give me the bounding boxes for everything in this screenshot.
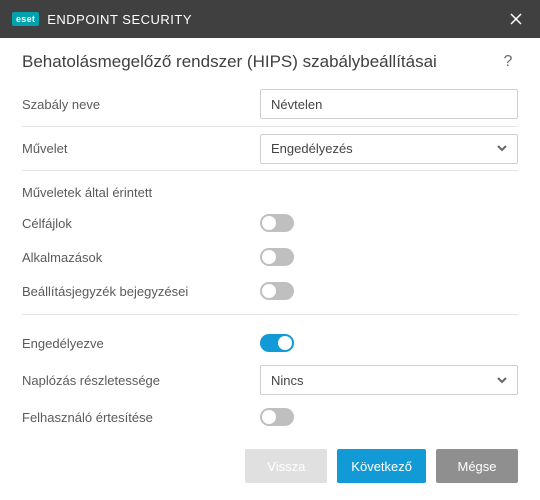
row-enabled: Engedélyezve — [22, 326, 518, 360]
enabled-toggle[interactable] — [260, 334, 294, 352]
chevron-down-icon — [497, 141, 507, 156]
logging-select-value: Nincs — [271, 373, 304, 388]
rule-name-input[interactable] — [260, 89, 518, 119]
target-files-toggle[interactable] — [260, 214, 294, 232]
logging-label: Naplózás részletessége — [22, 373, 260, 388]
target-files-label: Célfájlok — [22, 216, 260, 231]
operations-section-label: Műveletek által érintett — [22, 170, 518, 206]
row-registry: Beállításjegyzék bejegyzései — [22, 274, 518, 308]
dialog-footer: Vissza Következő Mégse — [0, 432, 540, 500]
chevron-down-icon — [497, 373, 507, 388]
logging-select[interactable]: Nincs — [260, 365, 518, 395]
action-select-value: Engedélyezés — [271, 141, 353, 156]
registry-toggle[interactable] — [260, 282, 294, 300]
dialog-header: Behatolásmegelőző rendszer (HIPS) szabál… — [0, 38, 540, 82]
brand-text: ENDPOINT SECURITY — [47, 12, 192, 27]
applications-label: Alkalmazások — [22, 250, 260, 265]
brand-sub: SECURITY — [122, 12, 192, 27]
close-button[interactable] — [502, 5, 530, 33]
next-button[interactable]: Következő — [337, 449, 426, 483]
cancel-button[interactable]: Mégse — [436, 449, 518, 483]
registry-label: Beállításjegyzék bejegyzései — [22, 284, 260, 299]
enabled-label: Engedélyezve — [22, 336, 260, 351]
dialog-content: Szabály neve Művelet Engedélyezés Művele… — [0, 82, 540, 434]
applications-toggle[interactable] — [260, 248, 294, 266]
back-button[interactable]: Vissza — [245, 449, 327, 483]
close-icon — [510, 13, 522, 25]
row-notify: Felhasználó értesítése — [22, 400, 518, 434]
row-rule-name: Szabály neve — [22, 82, 518, 126]
rule-name-label: Szabály neve — [22, 97, 260, 112]
row-target-files: Célfájlok — [22, 206, 518, 240]
brand-main: ENDPOINT — [47, 12, 118, 27]
notify-toggle[interactable] — [260, 408, 294, 426]
row-action: Művelet Engedélyezés — [22, 126, 518, 170]
help-button[interactable]: ? — [498, 53, 518, 71]
notify-label: Felhasználó értesítése — [22, 410, 260, 425]
row-applications: Alkalmazások — [22, 240, 518, 274]
titlebar: eset ENDPOINT SECURITY — [0, 0, 540, 38]
row-logging: Naplózás részletessége Nincs — [22, 360, 518, 400]
page-title: Behatolásmegelőző rendszer (HIPS) szabál… — [22, 52, 498, 72]
action-label: Művelet — [22, 141, 260, 156]
brand-badge: eset — [12, 12, 39, 26]
action-select[interactable]: Engedélyezés — [260, 134, 518, 164]
